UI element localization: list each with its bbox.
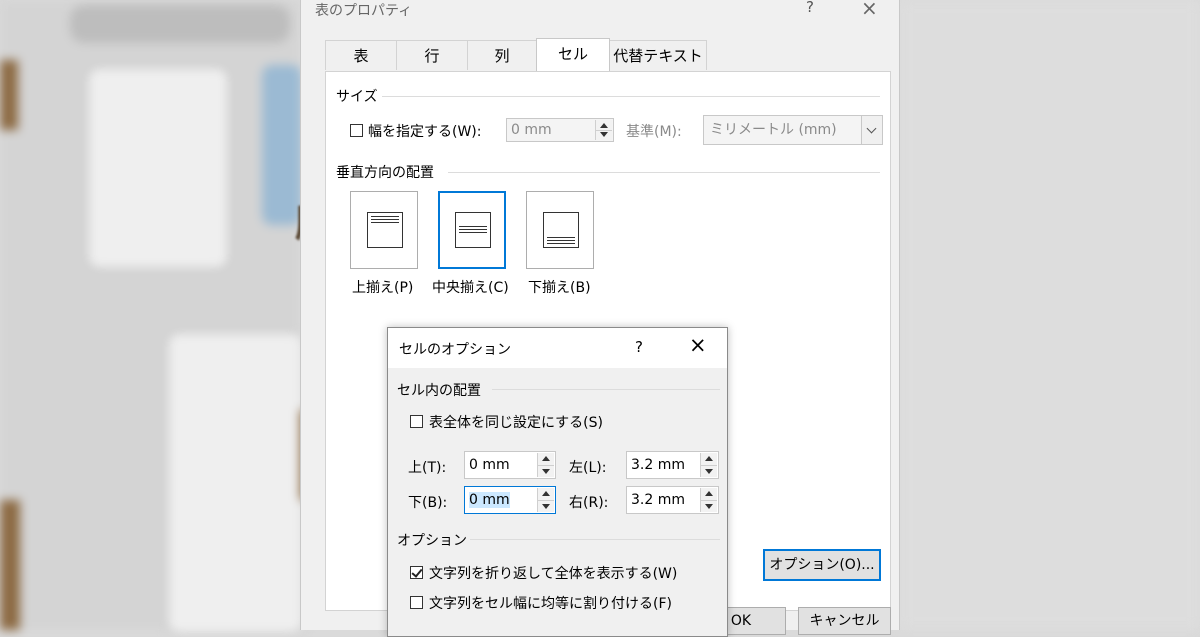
chevron-down-icon[interactable] bbox=[861, 116, 882, 144]
left-margin-label: 左(L): bbox=[569, 460, 607, 476]
same-as-table-checkbox[interactable] bbox=[410, 415, 423, 428]
width-value: 0 mm bbox=[511, 122, 552, 138]
background-right bbox=[900, 0, 1200, 630]
size-section-label: サイズ bbox=[336, 89, 378, 105]
width-input[interactable]: 0 mm bbox=[506, 118, 614, 142]
wrap-text-label: 文字列を折り返して全体を表示する(W) bbox=[429, 566, 678, 582]
fit-text-label: 文字列をセル幅に均等に割り付ける(F) bbox=[429, 596, 672, 612]
right-margin-label: 右(R): bbox=[569, 495, 609, 511]
section-divider bbox=[470, 539, 720, 540]
help-icon[interactable]: ? bbox=[806, 0, 814, 16]
bottom-margin-label: 下(B): bbox=[408, 495, 448, 511]
align-center-icon bbox=[455, 212, 491, 248]
fit-text-checkbox[interactable] bbox=[410, 596, 423, 609]
left-margin-input[interactable]: 3.2 mm bbox=[626, 451, 719, 479]
align-top-icon bbox=[367, 212, 403, 248]
basis-value: ミリメートル (mm) bbox=[710, 122, 837, 138]
valign-bottom-label: 下揃え(B) bbox=[528, 280, 591, 296]
right-margin-value: 3.2 mm bbox=[631, 492, 685, 508]
tab-row[interactable]: 行 bbox=[396, 40, 468, 70]
cell-options-dialog: セルのオプション ? × セル内の配置 表全体を同じ設定にする(S) 上(T):… bbox=[387, 327, 728, 637]
sub-dialog-title: セルのオプション bbox=[399, 342, 511, 358]
valign-center-button[interactable] bbox=[438, 191, 506, 269]
specify-width-label: 幅を指定する(W): bbox=[368, 124, 482, 140]
valign-bottom-button[interactable] bbox=[526, 191, 594, 269]
tab-alt-text[interactable]: 代替テキスト bbox=[609, 40, 707, 70]
left-margin-value: 3.2 mm bbox=[631, 457, 685, 473]
options-section-label: オプション bbox=[397, 533, 467, 549]
top-margin-label: 上(T): bbox=[408, 460, 447, 476]
valign-top-label: 上揃え(P) bbox=[352, 280, 414, 296]
specify-width-checkbox[interactable] bbox=[350, 124, 363, 137]
right-margin-input[interactable]: 3.2 mm bbox=[626, 486, 719, 514]
options-button[interactable]: オプション(O)... bbox=[763, 549, 881, 581]
bottom-margin-value: 0 mm bbox=[469, 492, 510, 508]
tab-cell[interactable]: セル bbox=[536, 38, 610, 71]
tab-column[interactable]: 列 bbox=[467, 40, 537, 70]
basis-select[interactable]: ミリメートル (mm) bbox=[703, 115, 883, 145]
tab-table[interactable]: 表 bbox=[325, 40, 397, 70]
basis-label: 基準(M): bbox=[626, 124, 682, 140]
valign-top-button[interactable] bbox=[350, 191, 418, 269]
dialog-title: 表のプロパティ bbox=[315, 3, 413, 19]
top-margin-value: 0 mm bbox=[469, 457, 510, 473]
wrap-text-checkbox[interactable] bbox=[410, 566, 423, 579]
valign-center-label: 中央揃え(C) bbox=[432, 280, 509, 296]
align-bottom-icon bbox=[543, 212, 579, 248]
section-divider bbox=[382, 96, 880, 97]
bottom-margin-input[interactable]: 0 mm bbox=[464, 486, 556, 514]
same-as-table-label: 表全体を同じ設定にする(S) bbox=[429, 415, 603, 431]
section-divider bbox=[448, 172, 880, 173]
width-stepper[interactable] bbox=[595, 120, 612, 140]
top-margin-input[interactable]: 0 mm bbox=[464, 451, 556, 479]
cancel-button[interactable]: キャンセル bbox=[798, 607, 891, 635]
left-margin-stepper[interactable] bbox=[700, 453, 717, 477]
top-margin-stepper[interactable] bbox=[537, 453, 554, 477]
close-icon[interactable]: × bbox=[689, 333, 707, 357]
cell-margins-section-label: セル内の配置 bbox=[397, 383, 481, 399]
background-left bbox=[0, 0, 316, 636]
right-margin-stepper[interactable] bbox=[700, 488, 717, 512]
bottom-margin-stepper[interactable] bbox=[537, 488, 554, 512]
help-icon[interactable]: ? bbox=[635, 338, 643, 356]
section-divider bbox=[492, 389, 720, 390]
valign-section-label: 垂直方向の配置 bbox=[336, 165, 434, 181]
close-icon[interactable]: × bbox=[861, 0, 878, 20]
